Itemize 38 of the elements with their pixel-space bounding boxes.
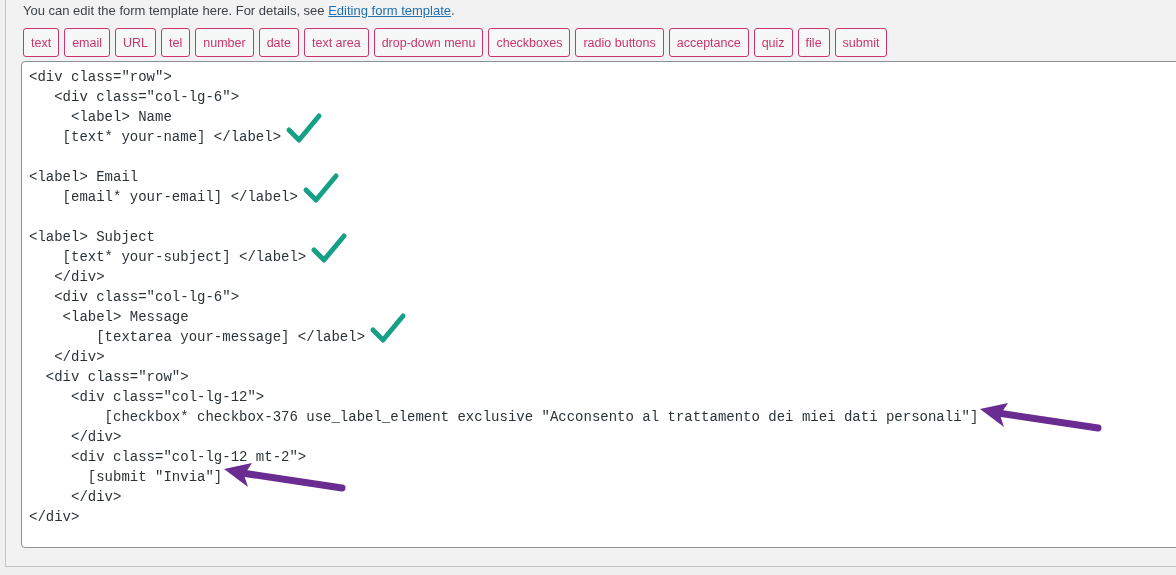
tag-button[interactable]: text <box>23 28 60 57</box>
code-line: <label> Name <box>70 108 172 127</box>
code-line: <div class="row"> <box>29 68 172 87</box>
code-line: </div> <box>53 348 105 367</box>
code-line: <div class="col-lg-6"> <box>53 288 240 307</box>
code-line: <div class="col-lg-6"> <box>53 88 240 107</box>
code-line: [text* your-subject] </label> <box>61 248 307 267</box>
tag-button[interactable]: checkboxes <box>488 28 571 57</box>
tag-button[interactable]: tel <box>161 28 191 57</box>
tag-button[interactable]: email <box>64 28 111 57</box>
code-line: [checkbox* checkbox-376 use_label_element exclusive "Acconsento al trattamento dei miei dati personali"] <box>103 408 979 427</box>
tag-button[interactable]: radio buttons <box>575 28 664 57</box>
tag-button[interactable]: acceptance <box>668 28 749 57</box>
intro-text: You can edit the form template here. For details, see Editing form template. <box>23 3 456 19</box>
code-line: [textarea your-message] </label> <box>95 328 366 347</box>
tag-button[interactable]: text area <box>304 28 369 57</box>
code-line: [email* your-email] </label> <box>61 188 298 207</box>
code-line: <label> Email <box>29 168 139 187</box>
code-line: <div class="col-lg-12"> <box>70 388 265 407</box>
tag-button[interactable]: URL <box>115 28 157 57</box>
code-line: </div> <box>70 428 122 447</box>
code-line: <label> Subject <box>29 228 156 247</box>
code-line: [text* your-name] </label> <box>61 128 282 147</box>
code-line: [submit "Invia"] <box>86 468 223 487</box>
tag-button[interactable]: quiz <box>753 28 793 57</box>
code-line: </div> <box>29 508 80 527</box>
tag-button[interactable]: drop-down menu <box>373 28 484 57</box>
tag-button[interactable]: date <box>258 28 299 57</box>
editing-form-template-link[interactable]: Editing form template <box>328 3 452 18</box>
code-line: </div> <box>70 488 122 507</box>
code-line: <div class="row"> <box>44 368 189 387</box>
tag-button[interactable]: file <box>797 28 830 57</box>
code-line: <div class="col-lg-12 mt-2"> <box>70 448 307 467</box>
code-line: <label> Message <box>61 308 189 327</box>
template-editor[interactable] <box>21 61 1176 548</box>
tag-button[interactable]: number <box>195 28 254 57</box>
code-line: </div> <box>53 268 105 287</box>
tag-button[interactable]: submit <box>834 28 888 57</box>
